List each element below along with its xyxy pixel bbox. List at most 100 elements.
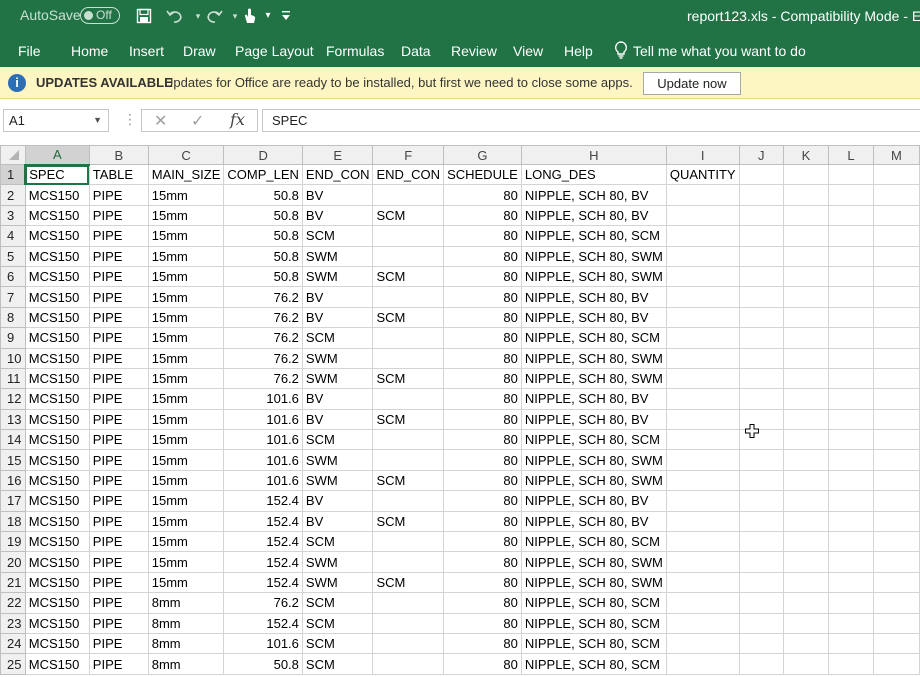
cell-e19[interactable]: SCM — [301, 531, 374, 553]
cell-g9[interactable]: 80 — [443, 327, 522, 349]
cell-g17[interactable]: 80 — [443, 490, 522, 512]
cell-f11[interactable]: SCM — [372, 367, 445, 390]
cell-l25[interactable] — [828, 653, 874, 675]
cell-a4[interactable]: MCS150 — [24, 225, 90, 247]
column-header-k[interactable]: K — [782, 145, 830, 165]
cell-f22[interactable] — [372, 592, 445, 614]
cell-c3[interactable]: 15mm — [147, 204, 225, 227]
cell-j21[interactable] — [738, 571, 784, 594]
cell-d14[interactable]: 101.6 — [223, 429, 303, 451]
cell-l17[interactable] — [828, 490, 874, 512]
cell-b13[interactable]: PIPE — [88, 408, 149, 431]
cell-f10[interactable] — [372, 347, 445, 369]
cell-j1[interactable] — [738, 163, 784, 186]
tab-view[interactable]: View — [513, 43, 543, 59]
select-all-corner[interactable] — [0, 145, 26, 165]
cell-b3[interactable]: PIPE — [88, 204, 149, 227]
cell-g3[interactable]: 80 — [443, 204, 522, 227]
cell-m5[interactable] — [872, 245, 920, 267]
cell-h14[interactable]: NIPPLE, SCH 80, SCM — [520, 429, 667, 451]
cell-j16[interactable] — [738, 469, 784, 492]
cell-h10[interactable]: NIPPLE, SCH 80, SWM — [520, 347, 667, 369]
cell-l16[interactable] — [828, 469, 874, 492]
cell-a3[interactable]: MCS150 — [24, 204, 90, 227]
row-header[interactable]: 9 — [0, 327, 26, 349]
tab-formulas[interactable]: Formulas — [326, 43, 384, 59]
cell-c17[interactable]: 15mm — [147, 490, 225, 512]
cell-j7[interactable] — [738, 286, 784, 308]
row-header[interactable]: 12 — [0, 388, 26, 410]
cell-c24[interactable]: 8mm — [147, 632, 225, 655]
cell-a17[interactable]: MCS150 — [24, 490, 90, 512]
cell-l7[interactable] — [828, 286, 874, 308]
row-header[interactable]: 3 — [0, 204, 26, 227]
cell-l6[interactable] — [828, 265, 874, 288]
column-header-b[interactable]: B — [88, 145, 149, 165]
cell-d1[interactable]: COMP_LEN — [223, 163, 303, 186]
row-header[interactable]: 20 — [0, 551, 26, 573]
tab-help[interactable]: Help — [564, 43, 593, 59]
cell-h4[interactable]: NIPPLE, SCH 80, SCM — [520, 225, 667, 247]
cell-b7[interactable]: PIPE — [88, 286, 149, 308]
cell-e6[interactable]: SWM — [301, 265, 374, 288]
cell-h9[interactable]: NIPPLE, SCH 80, SCM — [520, 327, 667, 349]
cell-c1[interactable]: MAIN_SIZE — [147, 163, 225, 186]
cell-c13[interactable]: 15mm — [147, 408, 225, 431]
cell-k20[interactable] — [782, 551, 830, 573]
cell-d17[interactable]: 152.4 — [223, 490, 303, 512]
cell-k2[interactable] — [782, 184, 830, 206]
cell-g20[interactable]: 80 — [443, 551, 522, 573]
row-header[interactable]: 11 — [0, 367, 26, 390]
cell-c10[interactable]: 15mm — [147, 347, 225, 369]
cell-d24[interactable]: 101.6 — [223, 632, 303, 655]
cell-m17[interactable] — [872, 490, 920, 512]
cell-k16[interactable] — [782, 469, 830, 492]
cell-f7[interactable] — [372, 286, 445, 308]
cell-m12[interactable] — [872, 388, 920, 410]
cell-a20[interactable]: MCS150 — [24, 551, 90, 573]
row-header[interactable]: 4 — [0, 225, 26, 247]
cell-i24[interactable] — [665, 632, 740, 655]
cell-k25[interactable] — [782, 653, 830, 675]
cell-e16[interactable]: SWM — [301, 469, 374, 492]
row-header[interactable]: 25 — [0, 653, 26, 675]
enter-icon[interactable]: ✓ — [191, 111, 204, 131]
cell-d7[interactable]: 76.2 — [223, 286, 303, 308]
cell-k10[interactable] — [782, 347, 830, 369]
cell-k22[interactable] — [782, 592, 830, 614]
cell-a7[interactable]: MCS150 — [24, 286, 90, 308]
cell-g8[interactable]: 80 — [443, 306, 522, 329]
cell-g23[interactable]: 80 — [443, 612, 522, 634]
cell-h2[interactable]: NIPPLE, SCH 80, BV — [520, 184, 667, 206]
column-header-a[interactable]: A — [24, 145, 90, 166]
cell-c20[interactable]: 15mm — [147, 551, 225, 573]
cell-c15[interactable]: 15mm — [147, 449, 225, 471]
cell-a14[interactable]: MCS150 — [24, 429, 90, 451]
cell-b18[interactable]: PIPE — [88, 510, 149, 533]
cell-l14[interactable] — [828, 429, 874, 451]
cell-m22[interactable] — [872, 592, 920, 614]
cell-f19[interactable] — [372, 531, 445, 553]
cell-b2[interactable]: PIPE — [88, 184, 149, 206]
cell-i4[interactable] — [665, 225, 740, 247]
cell-f2[interactable] — [372, 184, 445, 206]
cell-f1[interactable]: END_CON — [372, 163, 445, 186]
cell-g2[interactable]: 80 — [443, 184, 522, 206]
cell-l12[interactable] — [828, 388, 874, 410]
cell-b8[interactable]: PIPE — [88, 306, 149, 329]
cell-m16[interactable] — [872, 469, 920, 492]
cell-c21[interactable]: 15mm — [147, 571, 225, 594]
cell-l21[interactable] — [828, 571, 874, 594]
row-header[interactable]: 5 — [0, 245, 26, 267]
row-header[interactable]: 2 — [0, 184, 26, 206]
cell-e8[interactable]: BV — [301, 306, 374, 329]
cell-f8[interactable]: SCM — [372, 306, 445, 329]
cell-m24[interactable] — [872, 632, 920, 655]
cell-m8[interactable] — [872, 306, 920, 329]
cell-d13[interactable]: 101.6 — [223, 408, 303, 431]
cell-a24[interactable]: MCS150 — [24, 632, 90, 655]
cell-l15[interactable] — [828, 449, 874, 471]
cell-b17[interactable]: PIPE — [88, 490, 149, 512]
cell-h16[interactable]: NIPPLE, SCH 80, SWM — [520, 469, 667, 492]
cell-g1[interactable]: SCHEDULE — [443, 163, 522, 186]
